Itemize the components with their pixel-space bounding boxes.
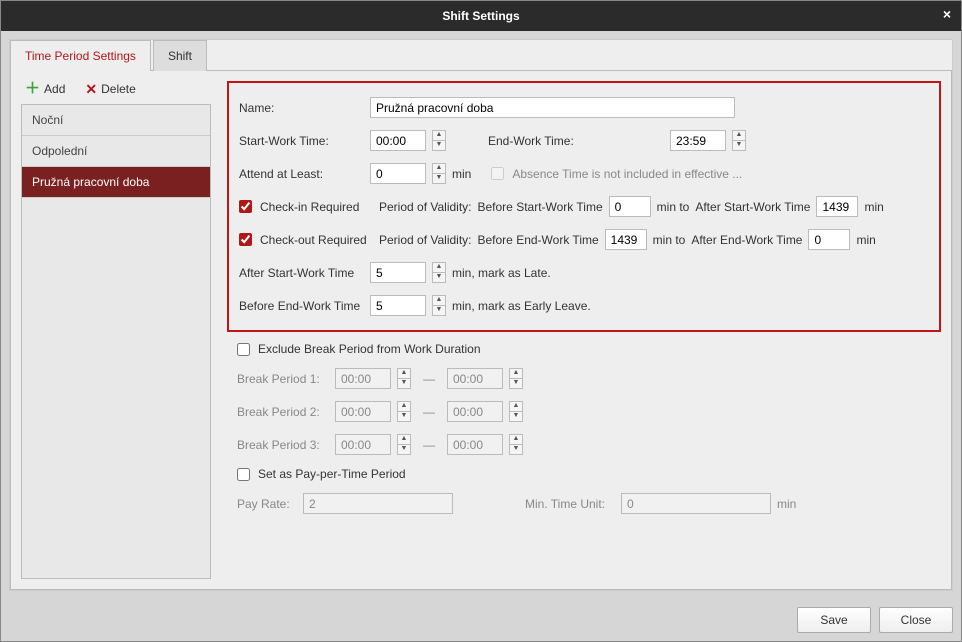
pay-per-time-label: Set as Pay-per-Time Period (258, 467, 406, 481)
before-start-label: Before Start-Work Time (478, 200, 603, 214)
break-to-spinner: ▲▼ (509, 368, 523, 389)
save-button[interactable]: Save (797, 607, 871, 633)
end-work-label: End-Work Time: (488, 134, 598, 148)
late-input[interactable] (370, 262, 426, 283)
early-spinner[interactable]: ▲▼ (432, 295, 446, 316)
pov-label-1: Period of Validity: (379, 200, 472, 214)
plus-icon: ＋ (25, 81, 40, 96)
tab-shift[interactable]: Shift (153, 40, 207, 71)
min-time-unit-label: Min. Time Unit: (525, 497, 615, 511)
checkin-required-label: Check-in Required (260, 200, 373, 214)
cross-icon: ✕ (85, 82, 97, 96)
break-to-input (447, 434, 503, 455)
break-to-input (447, 401, 503, 422)
tab-time-period-settings[interactable]: Time Period Settings (10, 40, 151, 71)
end-work-spinner[interactable]: ▲▼ (732, 130, 746, 151)
min-time-unit-suffix: min (777, 497, 796, 511)
break-from-input (335, 434, 391, 455)
exclude-break-checkbox[interactable] (237, 343, 250, 356)
break-from-spinner: ▲▼ (397, 434, 411, 455)
exclude-break-label: Exclude Break Period from Work Duration (258, 342, 481, 356)
checkout-required-checkbox[interactable] (239, 233, 252, 246)
pov-label-2: Period of Validity: (379, 233, 472, 247)
break-to-spinner: ▲▼ (509, 434, 523, 455)
checkout-before-input[interactable] (605, 229, 647, 250)
dash-icon: — (417, 372, 441, 386)
break-period-label: Break Period 1: (237, 372, 329, 386)
pay-rate-input (303, 493, 453, 514)
break-from-spinner: ▲▼ (397, 368, 411, 389)
attend-spinner[interactable]: ▲▼ (432, 163, 446, 184)
name-input[interactable] (370, 97, 735, 118)
close-button[interactable]: Close (879, 607, 953, 633)
delete-button[interactable]: ✕ Delete (85, 81, 135, 96)
min-2: min (856, 233, 875, 247)
after-start-label: After Start-Work Time (695, 200, 810, 214)
dash-icon: — (417, 405, 441, 419)
checkin-required-checkbox[interactable] (239, 200, 252, 213)
absence-label: Absence Time is not included in effectiv… (512, 167, 742, 181)
min-to-1: min to (657, 200, 690, 214)
after-end-label: After End-Work Time (691, 233, 802, 247)
attend-label: Attend at Least: (239, 167, 364, 181)
min-to-2: min to (653, 233, 686, 247)
end-work-input[interactable] (670, 130, 726, 151)
late-suffix: min, mark as Late. (452, 266, 551, 280)
start-work-label: Start-Work Time: (239, 134, 364, 148)
checkin-before-input[interactable] (609, 196, 651, 217)
titlebar: Shift Settings × (1, 1, 961, 31)
checkout-required-label: Check-out Required (260, 233, 373, 247)
add-label: Add (44, 82, 65, 96)
break-from-input (335, 401, 391, 422)
late-prefix: After Start-Work Time (239, 266, 364, 280)
name-label: Name: (239, 101, 364, 115)
window-title: Shift Settings (442, 9, 519, 23)
footer: Save Close (1, 599, 961, 641)
attend-input[interactable] (370, 163, 426, 184)
delete-label: Delete (101, 82, 136, 96)
break-to-spinner: ▲▼ (509, 401, 523, 422)
break-from-spinner: ▲▼ (397, 401, 411, 422)
start-work-input[interactable] (370, 130, 426, 151)
close-icon[interactable]: × (943, 6, 951, 22)
early-prefix: Before End-Work Time (239, 299, 364, 313)
checkin-after-input[interactable] (816, 196, 858, 217)
tab-strip: Time Period Settings Shift (10, 40, 952, 71)
min-1: min (864, 200, 883, 214)
break-from-input (335, 368, 391, 389)
break-period-label: Break Period 2: (237, 405, 329, 419)
break-to-input (447, 368, 503, 389)
absence-checkbox (491, 167, 504, 180)
dash-icon: — (417, 438, 441, 452)
list-item[interactable]: Pružná pracovní doba (22, 167, 210, 198)
pay-rate-label: Pay Rate: (237, 497, 297, 511)
start-work-spinner[interactable]: ▲▼ (432, 130, 446, 151)
early-suffix: min, mark as Early Leave. (452, 299, 591, 313)
pay-per-time-checkbox[interactable] (237, 468, 250, 481)
min-time-unit-input (621, 493, 771, 514)
checkout-after-input[interactable] (808, 229, 850, 250)
list-item[interactable]: Noční (22, 105, 210, 136)
add-button[interactable]: ＋ Add (25, 81, 65, 96)
late-spinner[interactable]: ▲▼ (432, 262, 446, 283)
before-end-label: Before End-Work Time (478, 233, 599, 247)
period-list: NočníOdpoledníPružná pracovní doba (21, 104, 211, 579)
break-period-label: Break Period 3: (237, 438, 329, 452)
early-input[interactable] (370, 295, 426, 316)
list-item[interactable]: Odpolední (22, 136, 210, 167)
highlighted-region: Name: Start-Work Time: ▲▼ End-Work Time: (227, 81, 941, 332)
attend-unit: min (452, 167, 471, 181)
